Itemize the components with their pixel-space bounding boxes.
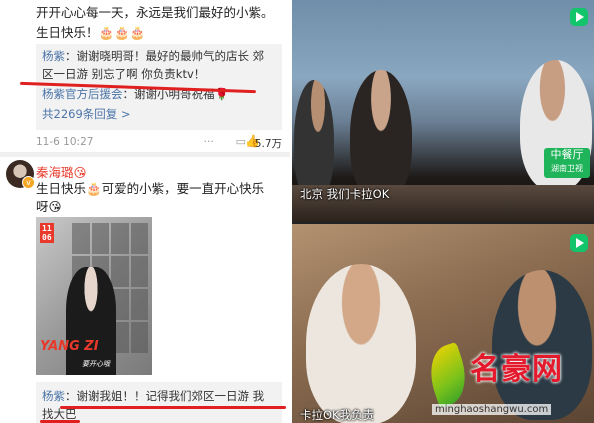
site-watermark: 名豪网 minghaoshangwu.com (421, 340, 594, 423)
birthday-poster-image[interactable]: 11 06 YANG ZI 要开心哦 (36, 217, 152, 375)
person (294, 80, 334, 200)
reply-text: ：谢谢晓明哥！最好的最帅气的店长 郊 (65, 49, 265, 63)
poster-signature: 要开心哦 (82, 360, 110, 368)
weibo-feed: 开开心心每一天，永远是我们最好的小紫。 生日快乐！🎂🎂🎂 杨紫：谢谢晓明哥！最好… (0, 0, 290, 423)
post1-text-line2: 生日快乐！🎂🎂🎂 (36, 25, 146, 40)
user-emoji: 😘 (73, 165, 87, 180)
tv-logo-icon (570, 8, 588, 26)
post-time: 11-6 10:27 (36, 136, 94, 148)
tv-logo-icon (570, 234, 588, 252)
verified-badge-icon: v (22, 176, 35, 189)
post1-text-line1: 开开心心每一天，永远是我们最好的小紫。 (36, 5, 274, 20)
more-icon[interactable]: ··· (204, 135, 215, 148)
post2-text-line1: 生日快乐🎂可爱的小紫，要一直开心快乐 (36, 181, 265, 196)
post2-username[interactable]: 秦海璐 (36, 165, 74, 180)
video-caption-1: 北京 我们卡拉OK (300, 187, 390, 201)
video-frame-1[interactable]: 中餐厅 湖南卫视 北京 我们卡拉OK (292, 0, 594, 222)
post2-text-line2: 呀😘 (36, 199, 62, 214)
like-count: 5.7万 (254, 138, 282, 150)
reply-username[interactable]: 杨紫 (42, 49, 65, 63)
poster-title: YANG ZI (40, 339, 99, 354)
poster-date: 11 06 (40, 223, 54, 243)
reply-username[interactable]: 杨紫官方后援会 (42, 87, 123, 101)
person (306, 264, 416, 423)
reply-text: ：谢谢我姐！！记得我们郊区一日游 我 (65, 389, 265, 403)
red-underline (60, 406, 286, 409)
watermark-url: minghaoshangwu.com (432, 404, 552, 415)
post2-reply-box[interactable]: 杨紫：谢谢我姐！！记得我们郊区一日游 我 找大巴 (36, 382, 282, 423)
view-replies-link[interactable]: 共2269条回复 > (42, 106, 131, 122)
reply-username[interactable]: 杨紫 (42, 389, 65, 403)
post-separator (0, 152, 290, 157)
person (350, 70, 412, 200)
post1-meta: 11-6 10:27 ··· ▭ 👍 5.7万 (36, 134, 282, 150)
channel-badge: 中餐厅 湖南卫视 (544, 148, 590, 178)
watermark-title: 名豪网 (470, 352, 563, 387)
video-caption-2: 卡拉OK我负责 (300, 408, 375, 422)
reply-text-cont: 区一日游 别忘了啊 你负责ktv！ (42, 67, 206, 81)
leaf-logo-icon (421, 341, 475, 409)
